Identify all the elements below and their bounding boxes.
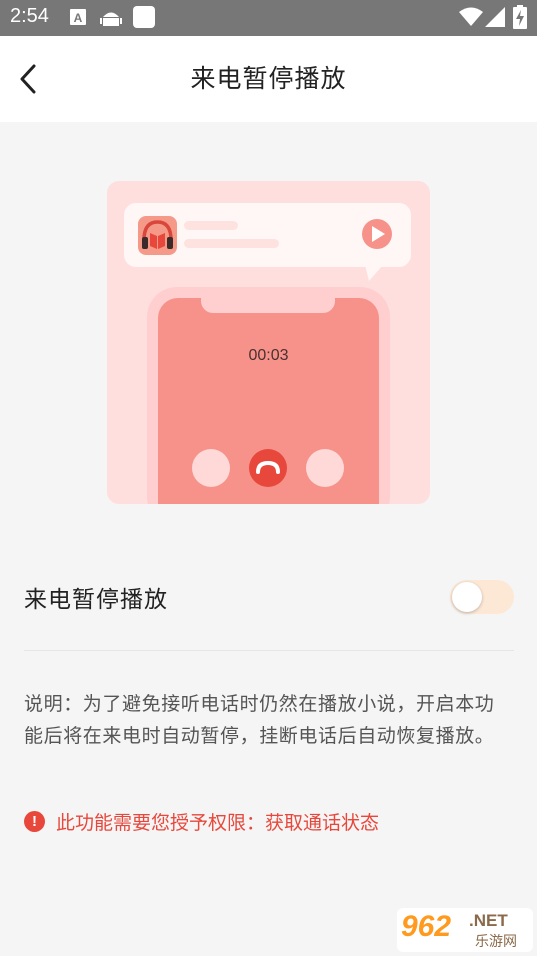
signal-icon bbox=[485, 7, 505, 27]
a-notification-icon: A bbox=[70, 9, 86, 25]
chevron-left-icon bbox=[20, 64, 36, 94]
exclamation-icon: ! bbox=[24, 811, 45, 832]
call-pause-toggle[interactable] bbox=[450, 580, 514, 614]
call-timer: 00:03 bbox=[248, 347, 289, 364]
setting-label: 来电暂停播放 bbox=[24, 587, 168, 613]
feature-description: 说明：为了避免接听电话时仍然在播放小说，开启本功能后将在来电时自动暂停，挂断电话… bbox=[24, 693, 495, 747]
toggle-knob bbox=[452, 582, 482, 612]
wifi-icon bbox=[459, 7, 483, 26]
headphones-book-icon bbox=[138, 216, 177, 255]
watermark-site: 乐游网 bbox=[475, 934, 517, 950]
permission-note: ! 此功能需要您授予权限：获取通话状态 bbox=[24, 808, 379, 835]
phone-call-illustration bbox=[124, 203, 411, 504]
divider bbox=[24, 650, 514, 651]
bubble-tail bbox=[365, 265, 383, 281]
watermark-domain: .NET bbox=[469, 911, 508, 930]
white-square-icon bbox=[133, 6, 155, 28]
watermark-logo: 962 .NET 乐游网 bbox=[397, 908, 533, 952]
page-title: 来电暂停播放 bbox=[190, 64, 347, 93]
status-time: 2:54 bbox=[10, 5, 49, 27]
app-bar: 来电暂停播放 bbox=[0, 36, 537, 122]
android-robot-icon bbox=[100, 12, 122, 26]
setting-row-call-pause: 来电暂停播放 bbox=[24, 566, 514, 630]
hang-up-icon bbox=[249, 449, 287, 487]
phone-notch bbox=[201, 287, 335, 313]
mute-button-icon bbox=[192, 449, 230, 487]
feature-illustration: 00:03 bbox=[107, 181, 430, 504]
permission-text: 此功能需要您授予权限：获取通话状态 bbox=[56, 812, 380, 834]
play-icon bbox=[362, 219, 392, 249]
status-bar: 2:54 A bbox=[0, 0, 537, 36]
speaker-button-icon bbox=[306, 449, 344, 487]
back-button[interactable] bbox=[8, 56, 48, 102]
watermark-number: 962 bbox=[401, 910, 452, 943]
battery-charging-icon bbox=[513, 5, 527, 29]
svg-text:A: A bbox=[74, 11, 83, 25]
